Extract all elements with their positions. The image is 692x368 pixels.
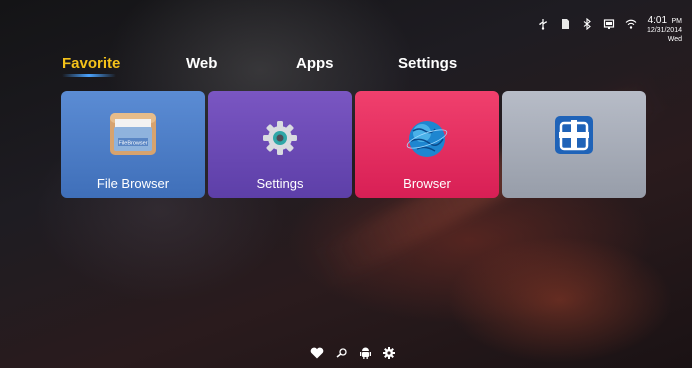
search-icon[interactable] (336, 348, 348, 358)
bottom-nav (310, 347, 407, 359)
gear-icon[interactable] (383, 347, 395, 359)
tile-file-browser[interactable]: FileBrowser File Browser (61, 91, 205, 198)
tile-add-app[interactable] (502, 91, 646, 198)
usb-icon (537, 18, 559, 30)
cast-icon (603, 18, 625, 30)
tab-settings[interactable]: Settings (398, 55, 457, 72)
tile-settings[interactable]: Settings (208, 91, 352, 198)
clock-ampm: PM (671, 18, 683, 25)
file-browser-icon: FileBrowser (108, 111, 158, 162)
status-bar: 4:01 PM 12/31/2014 Wed (537, 14, 682, 44)
tab-apps[interactable]: Apps (296, 55, 334, 72)
heart-icon[interactable] (310, 347, 324, 359)
clock-day: Wed (667, 36, 682, 43)
tile-label: File Browser (96, 176, 170, 191)
tile-label: Browser (403, 176, 451, 191)
active-tab-indicator (62, 74, 116, 77)
tile-browser[interactable]: Browser (355, 91, 499, 198)
status-icons (537, 18, 647, 30)
category-tabs: Favorite Web Apps Settings (0, 55, 692, 81)
wifi-icon (625, 18, 647, 30)
gear-icon (261, 119, 299, 162)
tile-label: Settings (256, 176, 304, 191)
android-icon[interactable] (360, 347, 371, 359)
clock-time: 4:01 (647, 15, 668, 26)
file-browser-icon-text: FileBrowser (118, 141, 147, 147)
clock: 4:01 PM 12/31/2014 Wed (647, 14, 682, 44)
bluetooth-icon (581, 18, 603, 30)
tab-favorite[interactable]: Favorite (62, 55, 120, 72)
globe-icon (405, 119, 449, 164)
add-icon (554, 115, 594, 160)
home-screen: 4:01 PM 12/31/2014 Wed Favorite Web Apps… (0, 0, 692, 368)
sd-card-icon (559, 18, 581, 30)
clock-date: 12/31/2014 (646, 27, 682, 34)
tab-web[interactable]: Web (186, 55, 217, 72)
